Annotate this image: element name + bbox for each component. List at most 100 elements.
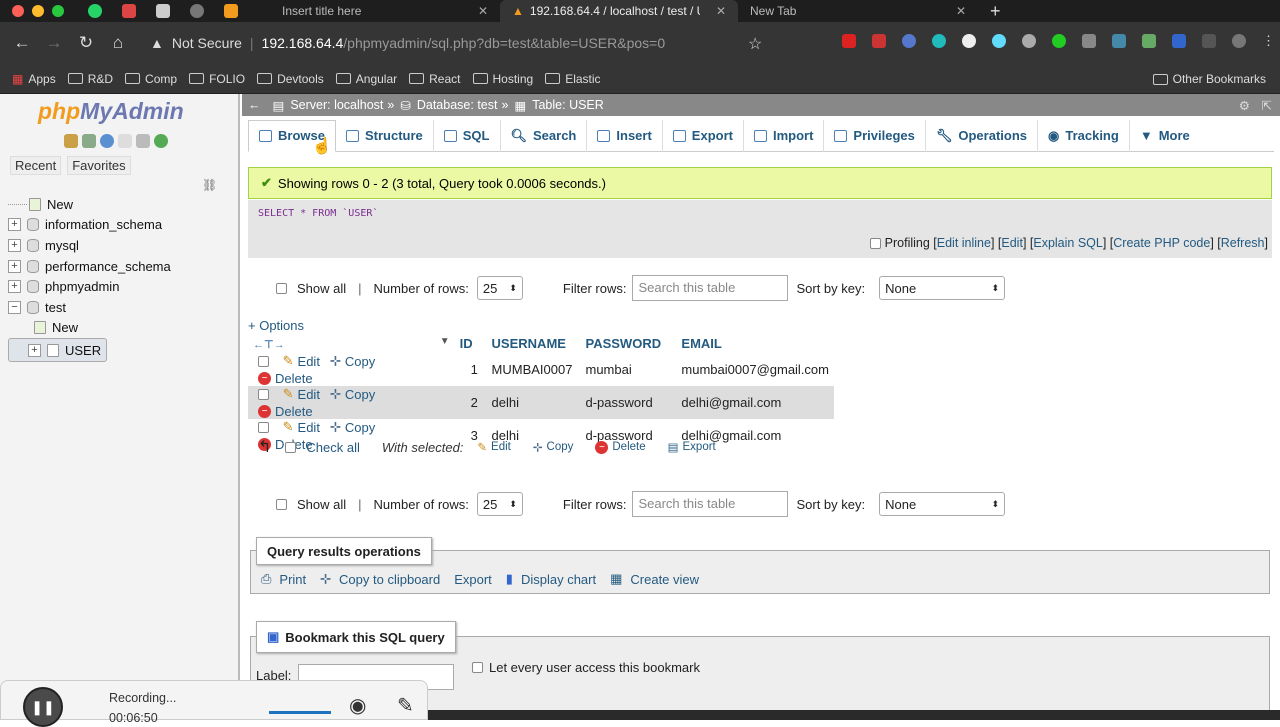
- row-checkbox[interactable]: [258, 356, 269, 368]
- bookmark-folder[interactable]: Devtools: [257, 72, 324, 86]
- bookmark-apps[interactable]: ▦ Apps: [12, 72, 56, 86]
- tree-item-information-schema[interactable]: + information_schema: [8, 215, 238, 236]
- delete-row-button[interactable]: −Delete: [258, 404, 313, 419]
- recent-tab[interactable]: Recent: [10, 156, 62, 175]
- display-chart-link[interactable]: ▮ Display chart: [506, 571, 600, 587]
- tab-export[interactable]: Export: [663, 119, 744, 152]
- edit-row-button[interactable]: ✎ Edit: [283, 386, 320, 402]
- expand-icon[interactable]: +: [8, 218, 21, 232]
- extension-icon[interactable]: [872, 34, 886, 48]
- expand-icon[interactable]: +: [8, 259, 21, 273]
- breadcrumb-server[interactable]: Server: localhost: [290, 98, 383, 112]
- profile-avatar[interactable]: [1232, 34, 1246, 48]
- column-header-email[interactable]: EMAIL: [676, 333, 834, 353]
- tab-more[interactable]: ▼ More: [1130, 120, 1200, 152]
- extension-icon[interactable]: [962, 34, 976, 48]
- copy-row-button[interactable]: ⊹ Copy: [330, 419, 375, 435]
- settings-icon[interactable]: [136, 134, 150, 148]
- expand-icon[interactable]: +: [8, 238, 21, 252]
- new-tab-plus-icon[interactable]: +: [978, 0, 1013, 22]
- expand-icon[interactable]: +: [28, 343, 41, 357]
- bookmark-folder[interactable]: Elastic: [545, 72, 601, 86]
- edit-inline-link[interactable]: Edit inline: [937, 236, 991, 250]
- tab-insert[interactable]: Insert: [587, 119, 663, 152]
- settings-gear-icon[interactable]: ⚙: [1239, 98, 1250, 113]
- cell-id[interactable]: 1: [455, 353, 487, 386]
- volume-slider[interactable]: [269, 711, 331, 714]
- minimize-window-button[interactable]: [32, 5, 44, 17]
- back-arrow-icon[interactable]: ←: [6, 33, 38, 53]
- tree-item-mysql[interactable]: + mysql: [8, 235, 238, 256]
- sort-dropdown-icon[interactable]: ▼: [440, 336, 450, 347]
- profiling-checkbox[interactable]: [870, 238, 882, 250]
- bookmark-star-icon[interactable]: ☆: [748, 34, 762, 54]
- gmail-icon[interactable]: [122, 4, 136, 18]
- extension-icon[interactable]: [1052, 34, 1066, 48]
- tab-phpmyadmin[interactable]: ▲ 192.168.64.4 / localhost / test / U ✕: [500, 0, 738, 22]
- extension-icon[interactable]: [842, 34, 856, 48]
- column-header-password[interactable]: PASSWORD: [580, 333, 677, 353]
- favorites-tab[interactable]: Favorites: [67, 156, 131, 175]
- delete-row-button[interactable]: −Delete: [258, 371, 313, 386]
- tab-privileges[interactable]: Privileges: [824, 119, 926, 152]
- extension-icon[interactable]: [932, 34, 946, 48]
- filter-input[interactable]: Search this table: [632, 275, 789, 301]
- reload-navigation-icon[interactable]: [154, 134, 168, 148]
- close-tab-icon[interactable]: ✕: [478, 4, 488, 18]
- tree-item-test[interactable]: − test: [8, 297, 238, 318]
- cell-username[interactable]: delhi: [486, 386, 581, 419]
- cell-password[interactable]: d-password: [580, 386, 677, 419]
- rows-select[interactable]: 25 ⬍: [476, 492, 523, 516]
- filter-input[interactable]: Search this table: [632, 491, 789, 517]
- column-header-username[interactable]: USERNAME: [486, 333, 581, 353]
- home-icon[interactable]: [64, 134, 78, 148]
- copy-to-clipboard-link[interactable]: ⊹ Copy to clipboard: [320, 571, 444, 587]
- home-icon[interactable]: ⌂: [102, 33, 134, 53]
- breadcrumb-table[interactable]: Table: USER: [532, 98, 604, 112]
- cast-icon[interactable]: [1202, 34, 1216, 48]
- php-tab-icon[interactable]: [224, 4, 238, 18]
- trello-icon[interactable]: [156, 4, 170, 18]
- webcam-icon[interactable]: ◉: [349, 693, 366, 718]
- column-header-id[interactable]: ID: [454, 333, 487, 353]
- sql-query-text[interactable]: SELECT * FROM `USER`: [258, 208, 378, 219]
- extension-icon[interactable]: [1142, 34, 1156, 48]
- logout-icon[interactable]: [82, 134, 96, 148]
- share-bookmark-checkbox[interactable]: [472, 662, 483, 673]
- whatsapp-icon[interactable]: [88, 4, 102, 18]
- check-all-checkbox[interactable]: [285, 441, 297, 453]
- row-checkbox[interactable]: [258, 389, 269, 401]
- other-bookmarks[interactable]: Other Bookmarks: [1152, 72, 1266, 86]
- tree-item-new-table[interactable]: New: [8, 318, 238, 339]
- tab-tracking[interactable]: ◉ Tracking: [1038, 119, 1130, 152]
- url-field[interactable]: ▲ Not Secure | 192.168.64.4/phpmyadmin/s…: [150, 35, 665, 51]
- explain-sql-link[interactable]: Explain SQL: [1033, 236, 1102, 250]
- row-checkbox[interactable]: [258, 422, 269, 434]
- options-link[interactable]: + Options: [248, 318, 304, 333]
- close-tab-icon[interactable]: ✕: [716, 4, 726, 18]
- close-window-button[interactable]: [12, 5, 24, 17]
- print-link[interactable]: ⎙ Print: [261, 571, 310, 587]
- react-devtools-icon[interactable]: [992, 34, 1006, 48]
- collapse-icon[interactable]: −: [8, 300, 21, 314]
- bulk-delete-button[interactable]: − Delete: [595, 440, 646, 454]
- menu-kebab-icon[interactable]: ⋮: [1262, 34, 1275, 48]
- extension-icon[interactable]: [902, 34, 916, 48]
- tab-insert-title[interactable]: Insert title here ✕: [270, 0, 500, 22]
- pause-recording-button[interactable]: ❚❚: [23, 687, 63, 727]
- phpmyadmin-logo[interactable]: phpMyAdmin: [38, 98, 184, 125]
- tab-operations[interactable]: 🔧︎ Operations: [926, 119, 1038, 152]
- bookmark-folder[interactable]: Angular: [335, 72, 397, 86]
- bookmark-folder[interactable]: Hosting: [472, 72, 533, 86]
- bulk-copy-button[interactable]: ⊹ Copy: [533, 440, 574, 454]
- edit-row-button[interactable]: ✎ Edit: [283, 419, 320, 435]
- breadcrumb-database[interactable]: Database: test: [417, 98, 498, 112]
- extension-icon[interactable]: [1082, 34, 1096, 48]
- bulk-export-button[interactable]: ▤ Export: [668, 440, 716, 454]
- refresh-link[interactable]: Refresh: [1221, 236, 1265, 250]
- reload-icon[interactable]: ↻: [70, 33, 102, 53]
- tab-structure[interactable]: Structure: [336, 119, 434, 152]
- create-view-link[interactable]: ▦ Create view: [610, 571, 703, 587]
- copy-row-button[interactable]: ⊹ Copy: [330, 353, 375, 369]
- bulk-edit-button[interactable]: ✎ Edit: [477, 440, 510, 454]
